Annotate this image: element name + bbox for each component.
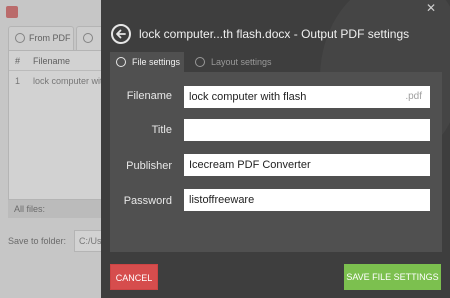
publisher-label: Publisher [126,160,172,172]
layout-settings-icon [195,57,205,67]
password-field[interactable]: listoffreeware [184,189,430,211]
tab-file-settings-label: File settings [132,57,181,67]
filename-extension: .pdf [405,91,422,102]
tab-layout-settings-label: Layout settings [211,57,272,67]
tab-layout-settings[interactable]: Layout settings [189,52,279,72]
file-settings-form: Filename lock computer with flash .pdf T… [110,72,442,252]
filename-field[interactable]: lock computer with flash .pdf [184,86,430,108]
filename-label: Filename [126,90,172,102]
publisher-field[interactable]: Icecream PDF Converter [184,154,430,176]
cancel-button[interactable]: CANCEL [110,264,158,290]
close-icon[interactable]: ✕ [426,2,436,14]
title-label: Title [151,124,172,136]
dialog-title: lock computer...th flash.docx - Output P… [139,27,410,41]
output-pdf-settings-dialog: ✕ lock computer...th flash.docx - Output… [101,0,450,298]
title-field[interactable] [184,119,430,141]
back-arrow-icon[interactable] [111,24,131,44]
save-file-settings-button[interactable]: SAVE FILE SETTINGS [344,264,441,290]
password-label: Password [123,195,172,207]
filename-value: lock computer with flash [189,91,307,103]
tab-file-settings[interactable]: File settings [110,52,184,72]
file-settings-icon [116,57,126,67]
